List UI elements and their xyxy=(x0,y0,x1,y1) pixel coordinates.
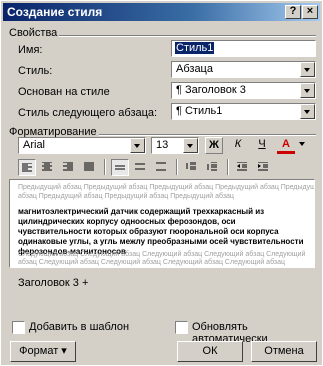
increase-indent-icon xyxy=(258,162,268,171)
preview-previous-line: Предыдущий абзац Предыдущий абзац Предыд… xyxy=(18,184,315,191)
space-before-icon xyxy=(186,162,196,170)
justify-icon xyxy=(84,162,94,171)
toolbar-separator xyxy=(227,159,229,175)
title-bar: Создание стиля ? × xyxy=(3,3,320,21)
toolbar-separator xyxy=(104,159,106,175)
italic-button[interactable]: К xyxy=(229,137,247,154)
help-button[interactable]: ? xyxy=(285,5,301,19)
justify-button[interactable] xyxy=(81,159,99,176)
align-left-icon xyxy=(22,163,32,172)
double-spacing-button[interactable] xyxy=(153,159,171,176)
name-label: Имя: xyxy=(18,44,43,56)
new-style-dialog: Создание стиля ? × Свойства Имя: Стиль1 … xyxy=(0,0,323,366)
cancel-button[interactable]: Отмена xyxy=(251,341,317,362)
next-style-select[interactable]: ¶ Стиль1 xyxy=(171,103,316,120)
font-color-button[interactable]: A xyxy=(277,137,295,154)
underline-button[interactable]: Ч xyxy=(253,137,271,154)
based-on-label: Основан на стиле xyxy=(18,86,110,98)
single-spacing-button[interactable] xyxy=(111,159,129,176)
auto-update-checkbox[interactable] xyxy=(175,321,188,334)
align-center-icon xyxy=(42,162,52,171)
name-input[interactable]: Стиль1 xyxy=(171,40,316,57)
font-select[interactable]: Arial xyxy=(18,137,146,154)
font-size-value: 13 xyxy=(156,139,169,151)
chevron-down-icon[interactable] xyxy=(300,83,315,98)
decrease-indent-icon xyxy=(237,162,247,171)
preview-next-line: абзац Следующий абзац Следующий абзац Сл… xyxy=(18,259,286,266)
style-type-value: Абзаца xyxy=(176,63,213,75)
based-on-select[interactable]: ¶ Заголовок 3 xyxy=(171,82,316,99)
one-half-spacing-button[interactable] xyxy=(132,159,150,176)
space-before-button[interactable] xyxy=(183,159,201,176)
font-size-select[interactable]: 13 xyxy=(151,137,199,154)
chevron-down-icon[interactable] xyxy=(300,62,315,77)
align-right-icon xyxy=(63,162,73,171)
style-preview: Предыдущий абзац Предыдущий абзац Предыд… xyxy=(9,179,315,268)
preview-previous-line: абзац Предыдущий абзац Предыдущий абзац … xyxy=(18,193,234,200)
line-spacing-double-icon xyxy=(156,162,166,171)
chevron-down-icon[interactable] xyxy=(130,138,145,153)
format-button[interactable]: Формат ▾ xyxy=(10,341,76,362)
line-spacing-single-icon xyxy=(115,165,125,170)
add-to-template-checkbox[interactable] xyxy=(12,321,25,334)
align-center-button[interactable] xyxy=(39,159,57,176)
based-on-value: ¶ Заголовок 3 xyxy=(176,84,246,96)
chevron-down-icon[interactable] xyxy=(299,142,305,146)
close-button[interactable]: × xyxy=(302,5,318,19)
preview-next-line: Следующий абзац Следующий абзац Следующи… xyxy=(18,251,306,258)
align-left-button[interactable] xyxy=(18,159,36,176)
preview-sample-text: магнитоэлектрический датчик содержащий т… xyxy=(18,207,304,256)
font-value: Arial xyxy=(23,139,46,151)
style-type-select[interactable]: Абзаца xyxy=(171,61,316,78)
add-to-template-label[interactable]: Добавить в шаблон xyxy=(29,321,129,333)
ok-button[interactable]: ОК xyxy=(177,341,243,362)
toolbar-separator xyxy=(176,159,178,175)
chevron-down-icon[interactable] xyxy=(300,104,315,119)
increase-indent-button[interactable] xyxy=(255,159,273,176)
decrease-indent-button[interactable] xyxy=(234,159,252,176)
dialog-title: Создание стиля xyxy=(7,5,103,19)
next-style-label: Стиль следующего абзаца: xyxy=(18,107,158,119)
bold-button[interactable]: Ж xyxy=(205,137,223,154)
line-spacing-onehalf-icon xyxy=(135,163,145,170)
style-description: Заголовок 3 + xyxy=(18,277,89,289)
space-after-button[interactable] xyxy=(204,159,222,176)
properties-group-label: Свойства xyxy=(7,27,60,39)
align-right-button[interactable] xyxy=(60,159,78,176)
space-after-icon xyxy=(207,162,217,171)
next-style-value: ¶ Стиль1 xyxy=(176,105,223,117)
chevron-down-icon[interactable] xyxy=(183,138,198,153)
type-label: Стиль: xyxy=(18,65,53,77)
